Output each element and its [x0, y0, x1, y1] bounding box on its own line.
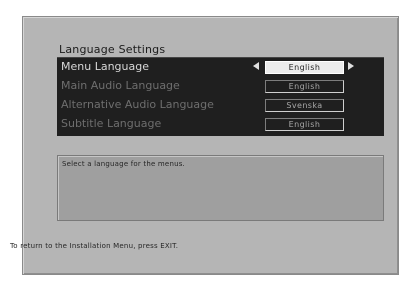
menu-language-row[interactable]: Menu Language English: [57, 58, 384, 77]
page-title: Language Settings: [59, 43, 166, 56]
alternative-audio-language-label: Alternative Audio Language: [61, 98, 214, 111]
right-arrow-icon[interactable]: [348, 62, 354, 70]
menu-language-value[interactable]: English: [265, 61, 344, 74]
alternative-audio-language-value[interactable]: Svenska: [265, 99, 344, 112]
settings-screen: Language Settings Menu Language English …: [22, 16, 399, 275]
alternative-audio-language-row[interactable]: Alternative Audio Language Svenska: [57, 96, 384, 115]
footer-instruction: To return to the Installation Menu, pres…: [10, 242, 179, 250]
left-arrow-icon[interactable]: [253, 62, 259, 70]
subtitle-language-row[interactable]: Subtitle Language English: [57, 115, 384, 134]
help-box: Select a language for the menus.: [57, 155, 384, 221]
settings-panel: Menu Language English Main Audio Languag…: [57, 57, 384, 136]
subtitle-language-label: Subtitle Language: [61, 117, 162, 130]
subtitle-language-value[interactable]: English: [265, 118, 344, 131]
main-audio-language-row[interactable]: Main Audio Language English: [57, 77, 384, 96]
main-audio-language-label: Main Audio Language: [61, 79, 180, 92]
menu-language-label: Menu Language: [61, 60, 149, 73]
main-audio-language-value[interactable]: English: [265, 80, 344, 93]
help-text: Select a language for the menus.: [62, 160, 185, 168]
